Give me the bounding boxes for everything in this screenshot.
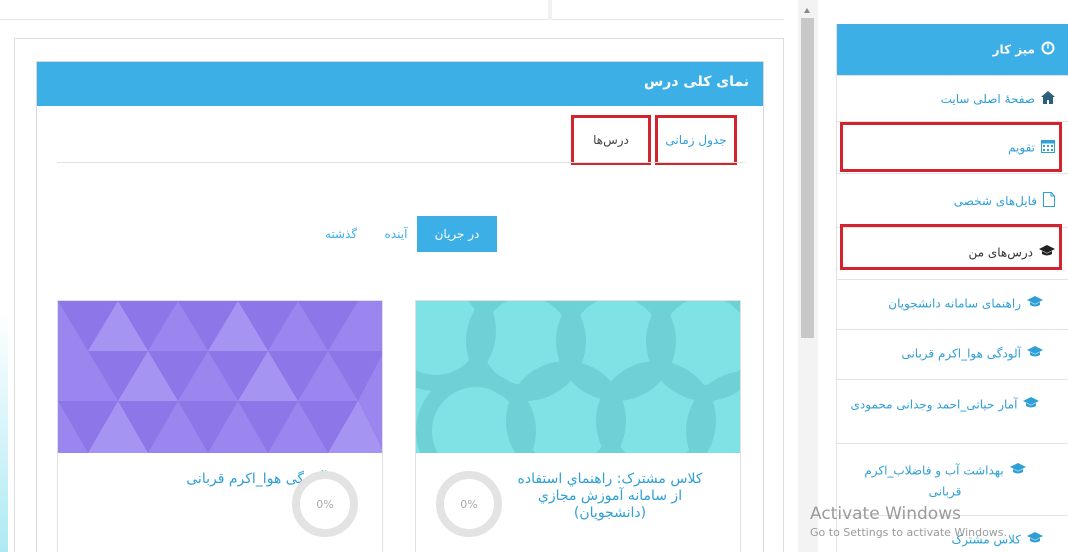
progress-ring: 0% (292, 471, 358, 537)
dashboard-icon (1041, 41, 1055, 58)
left-edge-decoration (0, 310, 8, 552)
sidebar-item-course[interactable]: آمار حیاتی_احمد وجدانی محمودی (837, 380, 1068, 444)
graduation-cap-icon (1023, 395, 1040, 415)
course-overview-card: نمای کلی درس جدول زمانی درس‌ها در جریان … (36, 61, 764, 552)
sidebar-item-label: صفحهٔ اصلی سایت (940, 92, 1035, 106)
sidebar-nav: میز کار صفحهٔ اصلی سایت تقویم فایل‌های ش… (836, 24, 1068, 552)
sidebar-item-label: تقویم (1008, 140, 1035, 155)
course-pattern-triangles (58, 301, 382, 453)
tab-timeline[interactable]: جدول زمانی (655, 115, 737, 165)
sidebar-item-label: راهنمای سامانه دانشجویان (888, 296, 1021, 311)
sidebar-item-course[interactable]: آلودگی هوا_اکرم قربانی (837, 330, 1068, 380)
graduation-cap-icon (1039, 245, 1055, 260)
watermark-title: Activate Windows (810, 504, 961, 524)
card-header: نمای کلی درس (37, 62, 763, 106)
progress-value: 0% (460, 497, 478, 511)
course-filter-bar: در جریان آینده گذشته (37, 216, 763, 252)
graduation-cap-icon (1009, 461, 1026, 481)
course-pattern-circles (416, 301, 740, 453)
tab-courses[interactable]: درس‌ها (571, 115, 651, 165)
card-title: نمای کلی درس (643, 74, 749, 90)
home-icon (1041, 91, 1055, 107)
course-image[interactable] (58, 301, 382, 453)
sidebar-item-calendar[interactable]: تقویم (837, 122, 1068, 174)
filter-future-button[interactable]: آینده (379, 216, 413, 252)
sidebar-item-label: فایل‌های شخصی (953, 194, 1037, 208)
progress-value: 0% (316, 497, 334, 511)
watermark-subtitle: Go to Settings to activate Windows. (810, 526, 1008, 539)
sidebar-item-label: بهداشت آب و فاضلاب_اکرم قربانی (864, 463, 1004, 499)
course-body: کلاس مشترک: راهنماي استفاده از سامانه آم… (416, 453, 740, 552)
sidebar-item-my-courses[interactable]: درس‌های من (837, 228, 1068, 280)
sidebar-item-dashboard[interactable]: میز کار (837, 24, 1068, 76)
sidebar-item-label: میز کار (992, 42, 1035, 57)
graduation-cap-icon (1027, 296, 1043, 311)
sidebar-item-label: آلودگی هوا_اکرم قربانی (901, 346, 1021, 361)
filter-current-button[interactable]: در جریان (417, 216, 497, 252)
sidebar-item-course[interactable]: راهنمای سامانه دانشجویان (837, 280, 1068, 330)
tabs-underline (57, 162, 745, 163)
course-card[interactable]: آلودگی هوا_اکرم قربانی 0% (57, 300, 383, 552)
vertical-scrollbar[interactable] (798, 0, 818, 552)
top-strip-divider (548, 0, 552, 20)
sidebar-item-label: آمار حیاتی_احمد وجدانی محمودی (850, 397, 1018, 412)
graduation-cap-icon (1027, 532, 1043, 547)
filter-past-button[interactable]: گذشته (315, 216, 367, 252)
top-strip (0, 0, 784, 20)
calendar-icon (1041, 139, 1055, 156)
activation-watermark: Activate Windows Go to Settings to activ… (810, 504, 1007, 539)
course-image[interactable] (416, 301, 740, 453)
sidebar-item-label: درس‌های من (968, 245, 1033, 260)
scrollbar-thumb[interactable] (801, 18, 814, 338)
course-card[interactable]: کلاس مشترک: راهنماي استفاده از سامانه آم… (415, 300, 741, 552)
progress-ring: 0% (436, 471, 502, 537)
course-body: آلودگی هوا_اکرم قربانی 0% (58, 453, 382, 552)
scroll-up-icon[interactable] (804, 8, 810, 13)
sidebar-item-private-files[interactable]: فایل‌های شخصی (837, 174, 1068, 228)
file-icon (1043, 192, 1055, 210)
sidebar-item-home[interactable]: صفحهٔ اصلی سایت (837, 76, 1068, 122)
graduation-cap-icon (1027, 346, 1043, 361)
course-name-link[interactable]: کلاس مشترک: راهنماي استفاده از سامانه آم… (510, 471, 710, 522)
